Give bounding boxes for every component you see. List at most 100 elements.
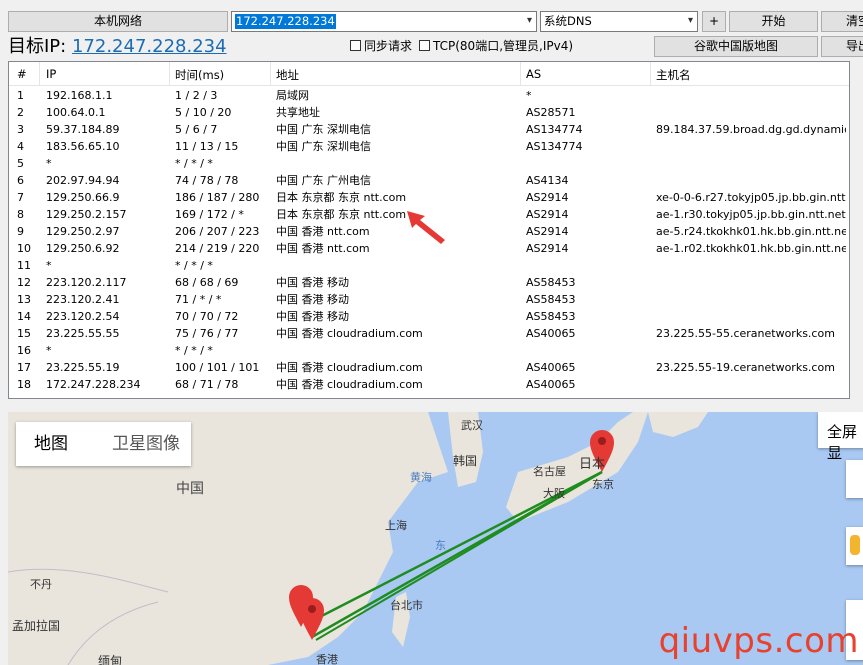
table-row[interactable]: 5 * * / * / * (9, 155, 849, 172)
hop-as: * (526, 89, 532, 102)
col-header-hostname[interactable]: 主机名 (656, 67, 691, 83)
tab-map[interactable]: 地图 (34, 434, 68, 454)
hop-index: 16 (17, 344, 31, 357)
table-row[interactable]: 13 223.120.2.41 71 / * / * 中国 香港 移动 AS58453 (9, 291, 849, 308)
hop-index: 14 (17, 310, 31, 323)
col-header-as[interactable]: AS (526, 67, 541, 81)
pegman-icon[interactable] (846, 527, 863, 565)
table-row[interactable]: 12 223.120.2.117 68 / 68 / 69 中国 香港 移动 AS584… (9, 274, 849, 291)
hop-address: 中国 香港 移动 (276, 293, 349, 306)
clear-button[interactable]: 清空 (821, 11, 863, 32)
map-label-bangladesh: 孟加拉国 (12, 619, 61, 633)
map-control-top[interactable] (846, 460, 863, 498)
hop-index: 5 (17, 157, 24, 170)
target-ip-link[interactable]: 172.247.228.234 (72, 36, 227, 57)
hop-time: * / * / * (175, 259, 213, 272)
tab-satellite[interactable]: 卫星图像 (112, 434, 180, 454)
sync-request-label: 同步请求 (364, 39, 413, 53)
start-button[interactable]: 开始 (729, 11, 818, 32)
checkbox-icon[interactable] (419, 40, 430, 51)
hop-ip: 59.37.184.89 (46, 123, 120, 136)
table-row[interactable]: 11 * * / * / * (9, 257, 849, 274)
hop-index: 4 (17, 140, 24, 153)
hop-ip: * (46, 344, 52, 357)
map-label-korea: 韩国 (453, 454, 478, 468)
table-row[interactable]: 4 183.56.65.10 11 / 13 / 15 中国 广东 深圳电信 AS134… (9, 138, 849, 155)
col-header-address[interactable]: 地址 (276, 67, 299, 83)
hop-ip: 100.64.0.1 (46, 106, 106, 119)
hop-time: 74 / 78 / 78 (175, 174, 239, 187)
chevron-down-icon[interactable]: ▾ (688, 15, 693, 26)
dns-select[interactable]: 系统DNS ▾ (540, 11, 698, 32)
hop-ip: * (46, 259, 52, 272)
col-header-ip[interactable]: IP (46, 67, 56, 81)
tcp-mode-checkbox[interactable]: TCP(80端口,管理员,IPv4) (419, 39, 573, 53)
hop-time: 68 / 68 / 69 (175, 276, 239, 289)
target-ip-label: 目标IP: 172.247.228.234 (8, 36, 227, 58)
hop-ip: 23.225.55.19 (46, 361, 120, 374)
map-label-shanghai: 上海 (385, 519, 407, 532)
col-header-time[interactable]: 时间(ms) (175, 67, 224, 83)
col-header-index[interactable]: # (17, 67, 27, 81)
hop-index: 11 (17, 259, 31, 272)
hop-ip: 129.250.6.92 (46, 242, 120, 255)
chevron-down-icon[interactable]: ▾ (527, 15, 532, 26)
table-row[interactable]: 16 * * / * / * (9, 342, 849, 359)
table-row[interactable]: 1 192.168.1.1 1 / 2 / 3 局域网 * (9, 87, 849, 104)
hop-as: AS40065 (526, 378, 576, 391)
fullscreen-button[interactable]: 全屏显 (818, 412, 863, 462)
hop-index: 15 (17, 327, 31, 340)
hop-as: AS58453 (526, 293, 576, 306)
hop-time: 68 / 71 / 78 (175, 378, 239, 391)
sync-request-checkbox[interactable]: 同步请求 (350, 39, 412, 53)
hop-time: * / * / * (175, 157, 213, 170)
tcp-mode-label: TCP(80端口,管理员,IPv4) (433, 39, 574, 53)
hop-time: 214 / 219 / 220 (175, 242, 260, 255)
hop-ip: 223.120.2.41 (46, 293, 120, 306)
hop-time: 75 / 76 / 77 (175, 327, 239, 340)
hop-index: 17 (17, 361, 31, 374)
hop-as: AS40065 (526, 361, 576, 374)
hop-index: 9 (17, 225, 24, 238)
table-row[interactable]: 18 172.247.228.234 68 / 71 / 78 中国 香港 cloud… (9, 376, 849, 393)
hop-ip: 23.225.55.55 (46, 327, 120, 340)
map-label-osaka: 大阪 (543, 487, 565, 500)
table-row[interactable]: 2 100.64.0.1 5 / 10 / 20 共享地址 AS28571 (9, 104, 849, 121)
hop-time: 11 / 13 / 15 (175, 140, 239, 153)
add-button[interactable]: + (702, 11, 726, 32)
table-row[interactable]: 6 202.97.94.94 74 / 78 / 78 中国 广东 广州电信 AS413… (9, 172, 849, 189)
map-label-bhutan: 不丹 (30, 578, 52, 591)
hop-index: 13 (17, 293, 31, 306)
vertical-scrollbar[interactable] (850, 61, 863, 399)
table-row[interactable]: 14 223.120.2.54 70 / 70 / 72 中国 香港 移动 AS5845… (9, 308, 849, 325)
hop-ip: 223.120.2.117 (46, 276, 127, 289)
checkbox-icon[interactable] (350, 40, 361, 51)
hop-address: 中国 香港 cloudradium.com (276, 327, 423, 340)
map-label-east-sea: 东 (435, 539, 446, 552)
table-row[interactable]: 3 59.37.184.89 5 / 6 / 7 中国 广东 深圳电信 AS134774… (9, 121, 849, 138)
hop-ip: 129.250.2.157 (46, 208, 127, 221)
hop-ip: 223.120.2.54 (46, 310, 120, 323)
table-row[interactable]: 7 129.250.66.9 186 / 187 / 280 日本 东京都 东京 nt… (9, 189, 849, 206)
map-label-taipei: 台北市 (390, 599, 423, 612)
map-label-tokyo: 东京 (592, 478, 614, 491)
table-row[interactable]: 15 23.225.55.55 75 / 76 / 77 中国 香港 cloudrad… (9, 325, 849, 342)
hop-as: AS40065 (526, 327, 576, 340)
target-input[interactable]: 172.247.228.234 ▾ (231, 11, 537, 32)
hop-address: 中国 广东 深圳电信 (276, 140, 371, 153)
hop-index: 10 (17, 242, 31, 255)
table-row[interactable]: 17 23.225.55.19 100 / 101 / 101 中国 香港 cloud… (9, 359, 849, 376)
hop-index: 6 (17, 174, 24, 187)
route-map[interactable]: 地图 卫星图像 全屏显 中国 武汉 韩国 名古屋 日本 大阪 东京 黄海 上海 … (8, 412, 863, 665)
local-network-button[interactable]: 本机网络 (8, 11, 228, 32)
hop-hostname: 23.225.55-19.ceranetworks.com (656, 361, 835, 374)
google-map-button[interactable]: 谷歌中国版地图 (654, 36, 818, 57)
hop-index: 1 (17, 89, 24, 102)
export-button[interactable]: 导出 (821, 36, 863, 57)
hop-ip: 183.56.65.10 (46, 140, 120, 153)
hop-time: 5 / 10 / 20 (175, 106, 232, 119)
hop-as: AS58453 (526, 276, 576, 289)
hop-address: 中国 广东 深圳电信 (276, 123, 371, 136)
map-label-china: 中国 (176, 481, 204, 497)
annotation-arrow-icon (407, 211, 445, 244)
